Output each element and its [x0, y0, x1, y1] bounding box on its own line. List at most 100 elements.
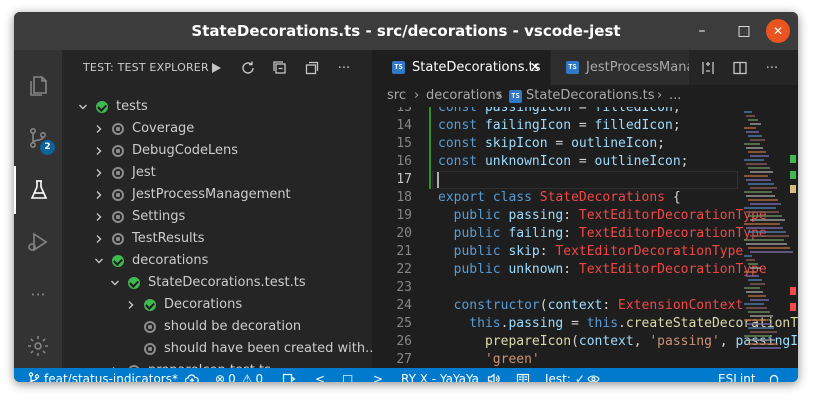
lyrics-button[interactable]	[516, 368, 530, 382]
more-actions-button[interactable]: ···	[334, 58, 354, 78]
code-line[interactable]: 17	[372, 171, 742, 189]
minimap-line	[748, 215, 782, 217]
minimap-line	[746, 147, 763, 149]
code-line[interactable]: 26 prepareIcon(context, 'passing', passi…	[372, 333, 798, 351]
split-editor-button[interactable]	[730, 58, 750, 78]
editor-more-actions-button[interactable]: ···	[762, 58, 782, 78]
show-output-button[interactable]	[302, 58, 322, 78]
minimap[interactable]	[742, 107, 798, 368]
code-line[interactable]: 15 const skipIcon = outlineIcon;	[372, 135, 742, 153]
run-debug-button[interactable]	[14, 218, 62, 266]
breadcrumb-src[interactable]: src	[387, 85, 406, 107]
minimap-line	[746, 163, 767, 165]
maximize-button[interactable]: □	[732, 12, 756, 50]
refresh-tests-button[interactable]	[238, 58, 258, 78]
collapse-all-button[interactable]	[270, 58, 290, 78]
split-icon	[733, 61, 747, 75]
code-line[interactable]: 27 'green'	[372, 351, 742, 368]
test-explorer-sidebar: TEST: TEST EXPLORER ··· tests Coverage D…	[62, 50, 377, 378]
run-all-tests-button[interactable]	[206, 58, 226, 78]
test-tree-item[interactable]: TestResults	[62, 228, 372, 250]
minimap-line	[750, 283, 765, 285]
volume-button[interactable]	[487, 368, 501, 382]
close-button[interactable]: ✕	[766, 19, 790, 43]
minimap-line	[750, 187, 777, 189]
breadcrumb-file[interactable]: StateDecorations.ts	[526, 85, 655, 107]
code-line[interactable]: 25 this.passing = this.createStateDecora…	[372, 315, 798, 333]
jest-status[interactable]: Jest: ✓	[545, 368, 600, 382]
test-tree-item[interactable]: tests	[62, 96, 372, 118]
test-tree-item[interactable]: should have been created with...	[62, 338, 377, 360]
chevron-down-icon[interactable]	[110, 278, 120, 288]
tab-jest-process-management[interactable]: TS JestProcessManag	[551, 50, 689, 85]
now-playing[interactable]: RY X - YaYaYa	[401, 368, 479, 382]
test-tree-item-label: tests	[116, 99, 148, 114]
close-tab-icon[interactable]: ✕	[530, 50, 540, 85]
code-line[interactable]: 21 public skip: TextEditorDecorationType	[372, 243, 743, 261]
code-line[interactable]: 14 const failingIcon = filledIcon;	[372, 117, 742, 135]
explorer-button[interactable]	[14, 62, 62, 110]
minimap-line	[746, 211, 779, 213]
test-tree-item[interactable]: should be decoration	[62, 316, 372, 338]
line-number: 13	[396, 107, 412, 115]
code-line[interactable]: 20 public failing: TextEditorDecorationT…	[372, 225, 766, 243]
code-text: 'green'	[438, 352, 540, 367]
branch-indicator[interactable]: feat/status-indicators*	[28, 368, 178, 382]
test-tree-item[interactable]: decorations	[62, 250, 372, 272]
test-tree-item[interactable]: Settings	[62, 206, 372, 228]
minimap-line	[750, 203, 781, 205]
line-number: 20	[396, 226, 412, 241]
source-control-button[interactable]: 2	[14, 114, 62, 162]
test-tree-item[interactable]: Decorations	[62, 294, 372, 316]
stop-button[interactable]: □	[342, 368, 353, 382]
test-tree-item[interactable]: StateDecorations.test.ts	[62, 272, 372, 294]
stop-icon: □	[342, 372, 354, 382]
eslint-status[interactable]: ESLint	[718, 368, 756, 382]
minimize-button[interactable]: –	[690, 12, 714, 50]
next-track-button[interactable]: >	[373, 368, 383, 382]
chevron-right-icon[interactable]	[94, 234, 104, 244]
line-number: 17	[396, 172, 412, 187]
breadcrumb-decorations[interactable]: decorations	[426, 85, 502, 107]
test-tree-item-label: StateDecorations.test.ts	[148, 275, 306, 290]
notifications-button[interactable]	[768, 368, 780, 382]
problems-indicator[interactable]: ⊗ 0 ⚠ 0	[215, 368, 263, 382]
minimap-line	[746, 227, 783, 229]
code-line[interactable]: 13 const passingIcon = filledIcon;	[372, 107, 742, 117]
chevron-right-icon[interactable]	[94, 168, 104, 178]
chevron-down-icon[interactable]	[78, 102, 88, 112]
sync-button[interactable]	[185, 368, 199, 382]
line-number: 23	[396, 280, 412, 295]
minimap-line	[746, 115, 755, 117]
chevron-right-icon[interactable]	[94, 212, 104, 222]
code-editor[interactable]: 13 const passingIcon = filledIcon; 14 const…	[372, 107, 798, 368]
test-unset-icon	[112, 189, 124, 201]
test-tree-item[interactable]: Coverage	[62, 118, 372, 140]
code-line[interactable]: 23	[372, 279, 742, 297]
test-tree-item[interactable]: Jest	[62, 162, 372, 184]
layout-button[interactable]	[282, 368, 296, 382]
code-text: const unknownIcon = outlineIcon;	[438, 154, 689, 169]
chevron-right-icon[interactable]	[94, 124, 104, 134]
chevron-right-icon[interactable]	[126, 300, 136, 310]
breadcrumb-symbol[interactable]: ...	[669, 85, 681, 107]
minimap-line	[744, 239, 784, 241]
editor-tabs: TS StateDecorations.ts ✕ TS JestProcessM…	[372, 50, 798, 85]
test-tree-item[interactable]: JestProcessManagement	[62, 184, 372, 206]
previous-track-button[interactable]: <	[315, 368, 325, 382]
more-views-button[interactable]: ···	[14, 270, 62, 318]
open-changes-button[interactable]	[698, 58, 718, 78]
code-line[interactable]: 22 public unknown: TextEditorDecorationT…	[372, 261, 766, 279]
chevron-right-icon[interactable]	[94, 146, 104, 156]
code-line[interactable]: 24 constructor(context: ExtensionContext	[372, 297, 744, 315]
test-tree-item[interactable]: DebugCodeLens	[62, 140, 372, 162]
manage-button[interactable]	[14, 322, 62, 370]
testing-button[interactable]	[14, 166, 62, 214]
chevron-down-icon[interactable]	[94, 256, 104, 266]
code-text: constructor(context: ExtensionContext	[438, 298, 744, 313]
code-line[interactable]: 18 export class StateDecorations {	[372, 189, 742, 207]
code-line[interactable]: 19 public passing: TextEditorDecorationT…	[372, 207, 766, 225]
tab-state-decorations[interactable]: TS StateDecorations.ts ✕	[372, 50, 550, 85]
chevron-right-icon[interactable]	[94, 190, 104, 200]
code-line[interactable]: 16 const unknownIcon = outlineIcon;	[372, 153, 742, 171]
